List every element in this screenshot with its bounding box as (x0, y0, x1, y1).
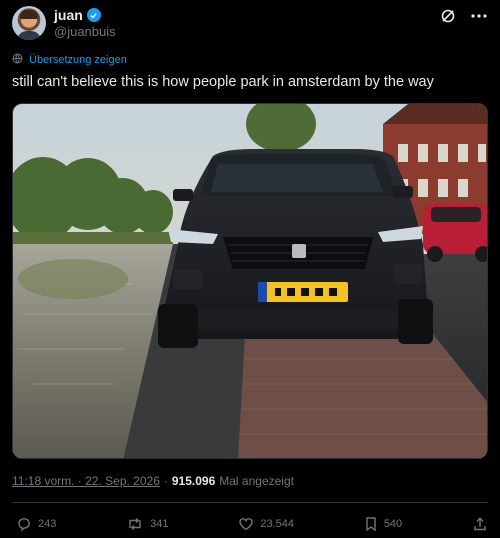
tweet-meta: 11:18 vorm. · 22. Sep. 2026 · 915.096 Ma… (12, 474, 294, 488)
reply-icon (16, 516, 32, 532)
action-bar: 243 341 23.544 540 (16, 514, 488, 534)
views-count: 915.096 (171, 474, 216, 488)
like-button[interactable]: 23.544 (238, 516, 294, 532)
header-actions (440, 8, 488, 24)
photo-canal-car-scene (13, 104, 487, 458)
user-handle[interactable]: @juanbuis (54, 24, 116, 39)
tweet-header: juan @juanbuis (12, 6, 488, 40)
timestamp-link[interactable]: 11:18 vorm. · 22. Sep. 2026 (12, 474, 160, 488)
share-button[interactable] (472, 516, 488, 532)
meta-separator: · (163, 474, 168, 488)
translate-label[interactable]: Übersetzung zeigen (29, 54, 127, 66)
reply-button[interactable]: 243 (16, 516, 56, 532)
repost-button[interactable]: 341 (126, 516, 169, 532)
more-dots-icon[interactable] (470, 8, 488, 24)
views-label: Mal angezeigt (219, 474, 294, 488)
bookmark-count: 540 (383, 518, 403, 530)
globe-translate-icon (12, 53, 23, 67)
repost-icon (126, 516, 144, 532)
heart-icon (238, 516, 254, 532)
repost-count: 341 (150, 518, 169, 530)
bookmark-button[interactable]: 540 (364, 516, 402, 532)
reply-count: 243 (38, 518, 57, 530)
translate-link[interactable]: Übersetzung zeigen (12, 53, 127, 67)
verified-badge-icon (86, 8, 101, 22)
tweet-photo[interactable] (12, 103, 488, 459)
divider (12, 502, 488, 503)
display-name[interactable]: juan (54, 7, 83, 23)
grok-icon[interactable] (440, 8, 456, 24)
red-car (423, 204, 487, 262)
tweet-text: still can't believe this is how people p… (12, 74, 434, 90)
bookmark-icon (364, 516, 378, 532)
like-count: 23.544 (260, 518, 294, 530)
name-row: juan (54, 7, 101, 23)
avatar[interactable] (12, 6, 46, 40)
share-icon (472, 516, 488, 532)
